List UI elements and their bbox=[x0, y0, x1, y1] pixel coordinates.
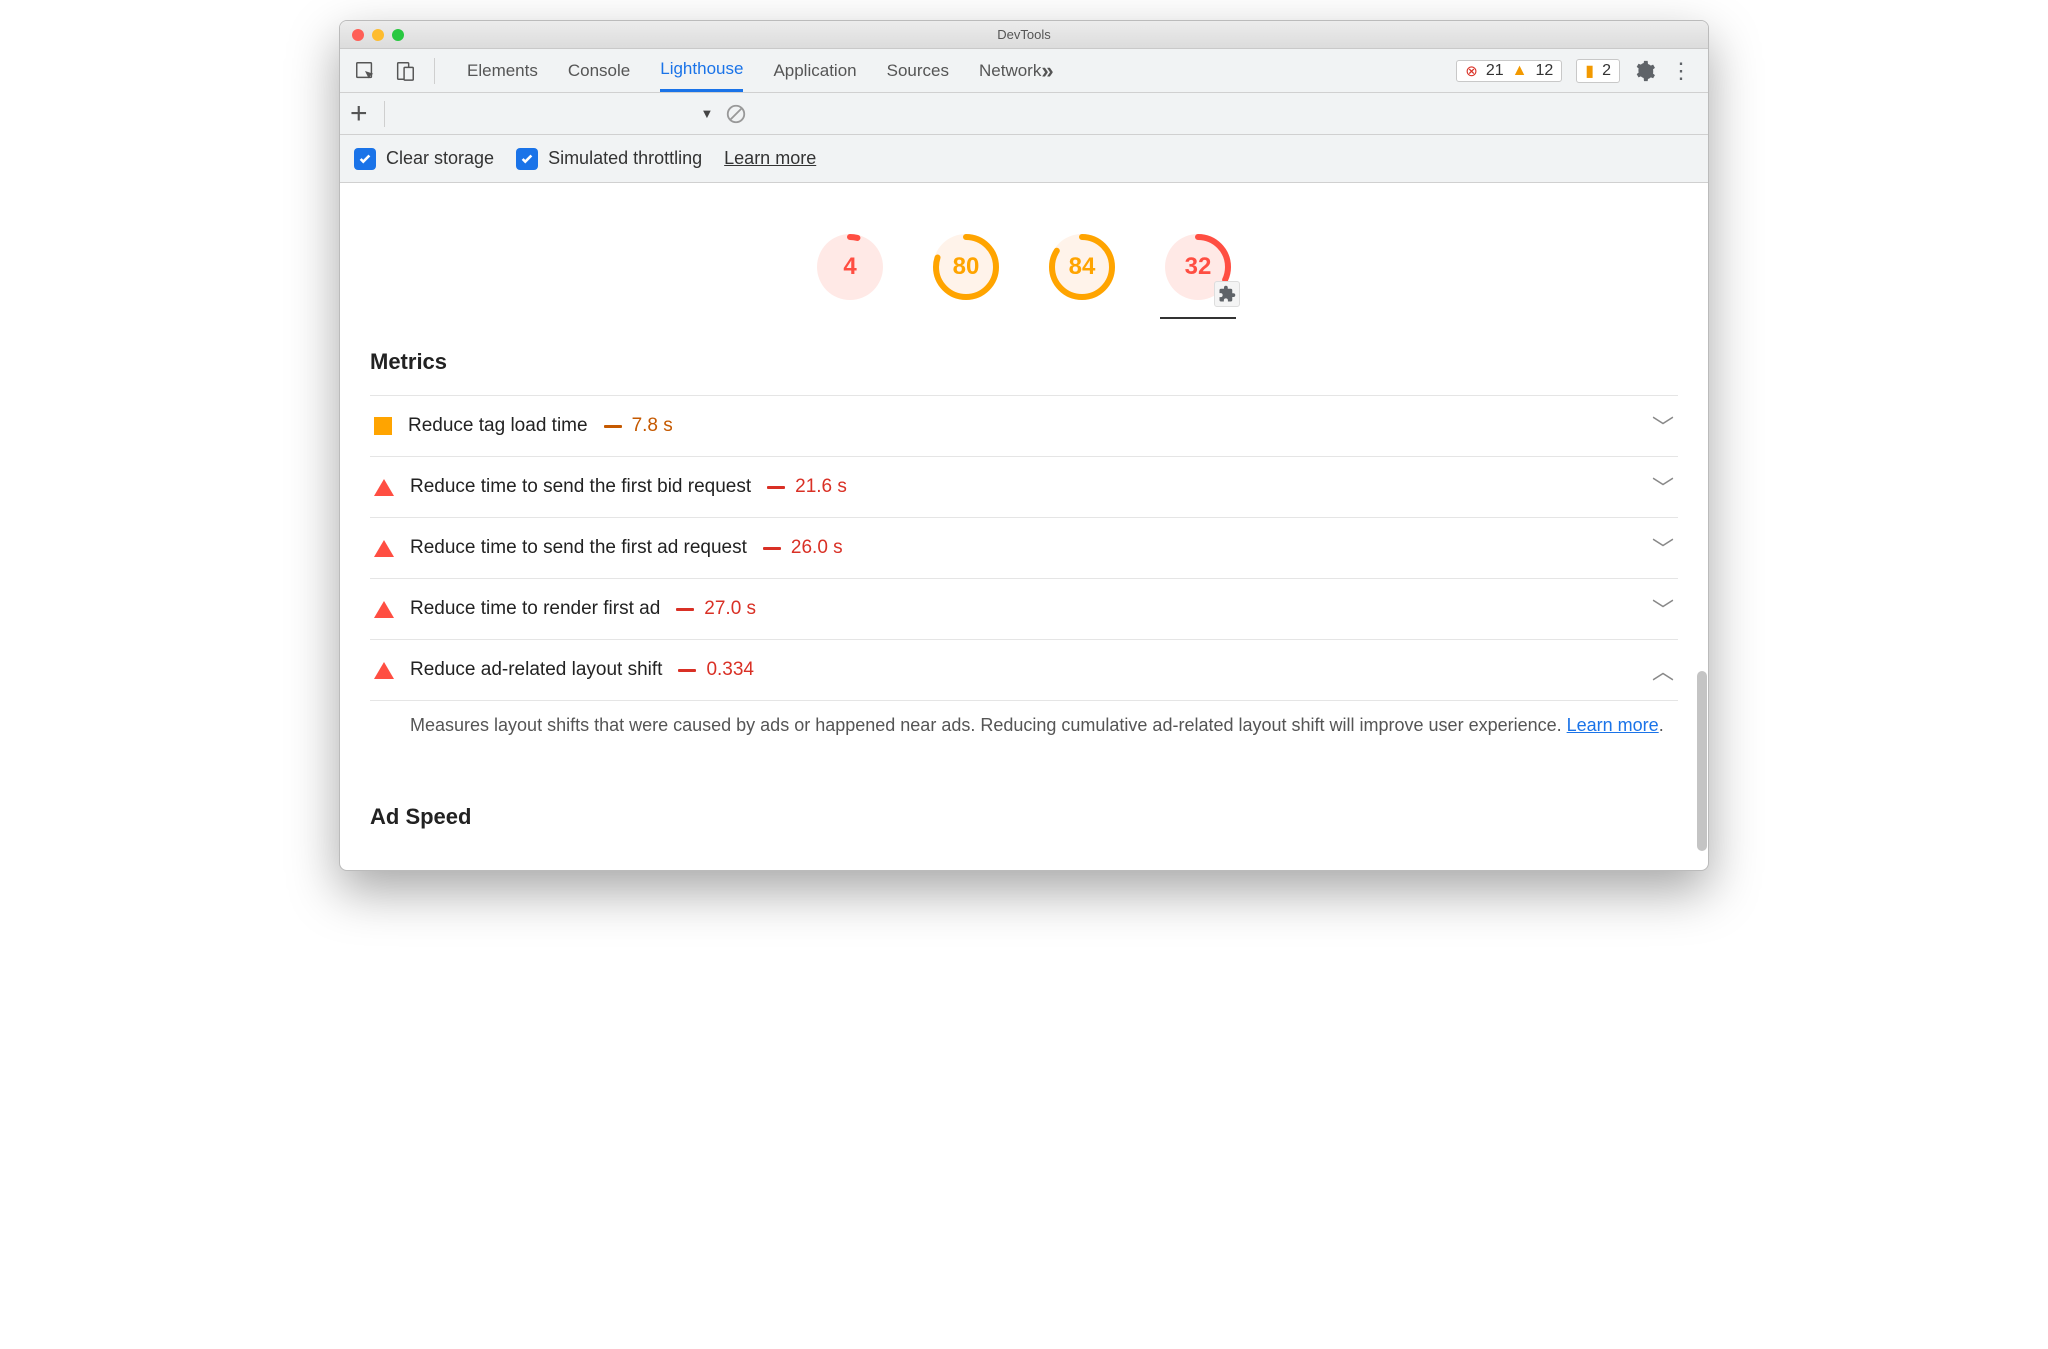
devtools-window: DevTools Elements Console Lighthouse Applic… bbox=[339, 20, 1709, 871]
metric-row[interactable]: Reduce time to send the first ad request… bbox=[370, 517, 1678, 578]
metric-label: Reduce time to send the first bid reques… bbox=[410, 476, 751, 498]
metrics-heading: Metrics bbox=[370, 337, 1678, 395]
tab-application[interactable]: Application bbox=[773, 49, 856, 92]
tab-sources[interactable]: Sources bbox=[887, 49, 949, 92]
metric-label: Reduce time to render first ad bbox=[410, 598, 660, 620]
tab-console[interactable]: Console bbox=[568, 49, 630, 92]
tab-elements[interactable]: Elements bbox=[467, 49, 538, 92]
issues-badge[interactable]: ▮ 2 bbox=[1576, 59, 1620, 83]
lighthouse-toolbar: + ▼ bbox=[340, 93, 1708, 135]
window-title: DevTools bbox=[340, 27, 1708, 42]
tabbar-divider bbox=[434, 58, 435, 84]
message-icon: ▮ bbox=[1585, 61, 1594, 81]
metric-description: Measures layout shifts that were caused … bbox=[370, 700, 1678, 770]
toolbar-divider bbox=[384, 101, 385, 127]
score-gauge-1[interactable]: 80 bbox=[928, 229, 1004, 319]
clear-storage-option[interactable]: Clear storage bbox=[354, 148, 494, 170]
error-count: 21 bbox=[1486, 62, 1504, 80]
metric-label: Reduce tag load time bbox=[408, 415, 588, 437]
kebab-menu-icon[interactable]: ⋮ bbox=[1670, 58, 1690, 84]
lighthouse-options: Clear storage Simulated throttling Learn… bbox=[340, 135, 1708, 183]
maximize-window[interactable] bbox=[392, 29, 404, 41]
settings-icon[interactable] bbox=[1634, 60, 1656, 82]
triangle-icon bbox=[374, 662, 394, 679]
window-controls bbox=[340, 29, 404, 41]
report-dropdown-icon[interactable]: ▼ bbox=[701, 106, 714, 121]
metric-value: 7.8 s bbox=[604, 415, 673, 437]
ad-speed-heading: Ad Speed bbox=[370, 770, 1678, 850]
metric-learn-more-link[interactable]: Learn more bbox=[1567, 715, 1659, 735]
square-icon bbox=[374, 417, 392, 435]
chevron-down-icon[interactable]: ﹀ bbox=[1652, 410, 1674, 442]
metric-value: 26.0 s bbox=[763, 537, 843, 559]
new-report-icon[interactable]: + bbox=[350, 97, 368, 131]
more-tabs-icon[interactable]: » bbox=[1041, 58, 1053, 84]
tab-network[interactable]: Network bbox=[979, 49, 1041, 92]
clear-icon[interactable] bbox=[725, 103, 747, 125]
titlebar: DevTools bbox=[340, 21, 1708, 49]
score-gauge-0[interactable]: 4 bbox=[812, 229, 888, 319]
metric-row[interactable]: Reduce tag load time 7.8 s ﹀ bbox=[370, 395, 1678, 456]
warning-count: 12 bbox=[1535, 62, 1553, 80]
tab-lighthouse[interactable]: Lighthouse bbox=[660, 49, 743, 92]
message-count: 2 bbox=[1602, 62, 1611, 80]
metric-row[interactable]: Reduce time to render first ad 27.0 s ﹀ bbox=[370, 578, 1678, 639]
warning-icon: ▲ bbox=[1512, 62, 1528, 80]
metric-value: 0.334 bbox=[678, 659, 754, 681]
checkbox-checked-icon[interactable] bbox=[516, 148, 538, 170]
chevron-down-icon[interactable]: ﹀ bbox=[1652, 471, 1674, 503]
plugin-icon bbox=[1214, 281, 1240, 307]
scrollbar-thumb[interactable] bbox=[1697, 671, 1707, 851]
score-gauges: 4 80 84 32 bbox=[340, 183, 1708, 337]
error-icon: ⊗ bbox=[1465, 62, 1478, 80]
inspect-element-icon[interactable] bbox=[354, 60, 376, 82]
triangle-icon bbox=[374, 601, 394, 618]
metric-label: Reduce ad-related layout shift bbox=[410, 659, 662, 681]
metric-row[interactable]: Reduce time to send the first bid reques… bbox=[370, 456, 1678, 517]
device-toggle-icon[interactable] bbox=[394, 60, 416, 82]
chevron-up-icon[interactable]: ︿ bbox=[1652, 654, 1674, 686]
triangle-icon bbox=[374, 479, 394, 496]
chevron-down-icon[interactable]: ﹀ bbox=[1652, 532, 1674, 564]
score-gauge-3[interactable]: 32 bbox=[1160, 229, 1236, 319]
console-status-badge[interactable]: ⊗ 21 ▲ 12 bbox=[1456, 60, 1562, 82]
report-content: Metrics Reduce tag load time 7.8 s ﹀ Red… bbox=[340, 337, 1708, 870]
devtools-tabbar: Elements Console Lighthouse Application Sour… bbox=[340, 49, 1708, 93]
simulated-throttling-option[interactable]: Simulated throttling bbox=[516, 148, 702, 170]
checkbox-checked-icon[interactable] bbox=[354, 148, 376, 170]
metric-row[interactable]: Reduce ad-related layout shift 0.334 ︿ bbox=[370, 639, 1678, 700]
minimize-window[interactable] bbox=[372, 29, 384, 41]
learn-more-link[interactable]: Learn more bbox=[724, 148, 816, 169]
metric-label: Reduce time to send the first ad request bbox=[410, 537, 747, 559]
clear-storage-label: Clear storage bbox=[386, 148, 494, 169]
score-gauge-2[interactable]: 84 bbox=[1044, 229, 1120, 319]
triangle-icon bbox=[374, 540, 394, 557]
simulated-throttling-label: Simulated throttling bbox=[548, 148, 702, 169]
metrics-list: Reduce tag load time 7.8 s ﹀ Reduce time… bbox=[370, 395, 1678, 770]
metric-value: 27.0 s bbox=[676, 598, 756, 620]
metric-value: 21.6 s bbox=[767, 476, 847, 498]
chevron-down-icon[interactable]: ﹀ bbox=[1652, 593, 1674, 625]
close-window[interactable] bbox=[352, 29, 364, 41]
